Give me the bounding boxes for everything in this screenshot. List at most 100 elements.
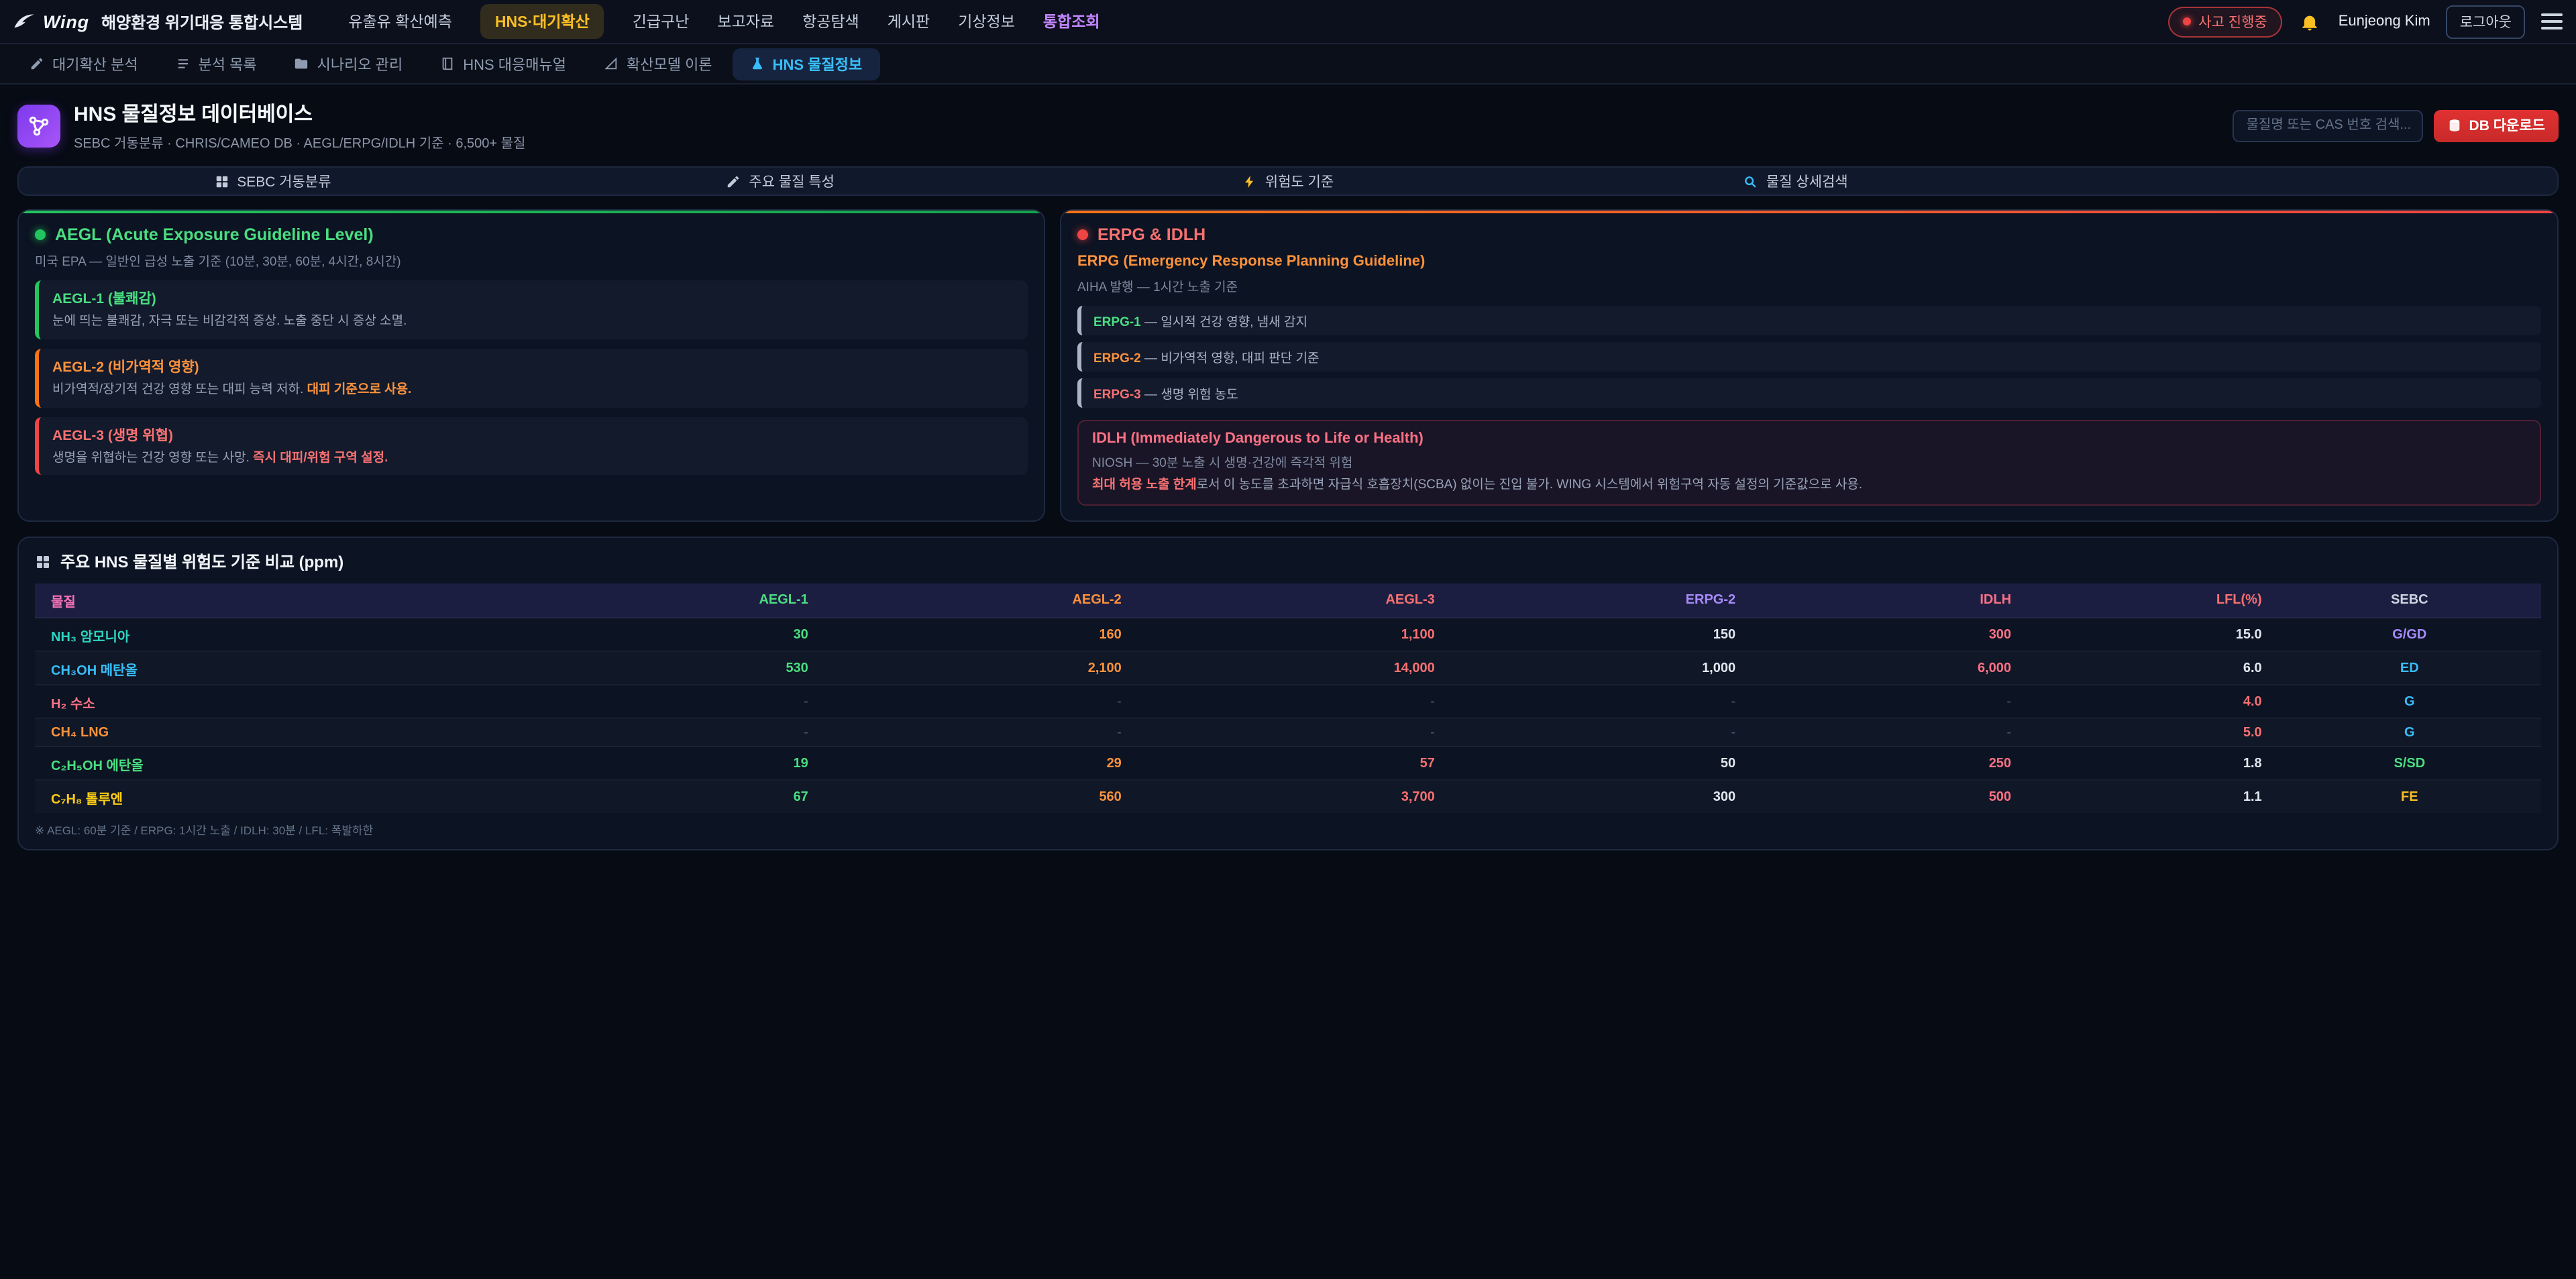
page-header-text: HNS 물질정보 데이터베이스 SEBC 거동분류 · CHRIS/CAMEO …	[74, 99, 525, 152]
substance-name: C₇H₈ 톨루엔	[35, 781, 511, 814]
user-name: Eunjeong Kim	[2339, 13, 2430, 30]
threshold-value: 15.0	[2027, 618, 2278, 652]
idlh-description: 최대 허용 노출 한계로서 이 농도를 초과하면 자급식 호흡장치(SCBA) …	[1092, 476, 2526, 496]
incident-status-label: 사고 진행중	[2198, 11, 2267, 32]
table-row: CH₄ LNG-----5.0G	[35, 719, 2541, 747]
threshold-value: 250	[1752, 747, 2027, 781]
section-tab-properties[interactable]: 주요 물질 특성	[527, 168, 1034, 194]
threshold-value: -	[1752, 685, 2027, 719]
section-tab-risk-criteria[interactable]: 위험도 기준	[1034, 168, 1542, 194]
threshold-value: 560	[824, 781, 1138, 814]
nav-item-weather[interactable]: 기상정보	[958, 11, 1015, 32]
section-tab-detail-search[interactable]: 물질 상세검색	[1542, 168, 2049, 194]
db-download-label: DB 다운로드	[2469, 115, 2545, 135]
substance-search-input[interactable]	[2233, 109, 2424, 142]
db-download-button[interactable]: DB 다운로드	[2434, 109, 2559, 142]
list-icon	[176, 56, 191, 71]
erpg-section-title: ERPG (Emergency Response Planning Guidel…	[1077, 254, 2541, 270]
idlh-box: IDLH (Immediately Dangerous to Life or H…	[1077, 420, 2541, 506]
aegl-panel: AEGL (Acute Exposure Guideline Level) 미국…	[17, 209, 1045, 522]
page-title: HNS 물질정보 데이터베이스	[74, 99, 525, 127]
table-row: C₂H₅OH 에탄올192957502501.8S/SD	[35, 747, 2541, 781]
nav-item-hns-diffusion[interactable]: HNS·대기확산	[480, 4, 604, 39]
threshold-value: 2,100	[824, 652, 1138, 685]
threshold-value: 1,000	[1451, 652, 1752, 685]
subtab-hns-substance-info[interactable]: HNS 물질정보	[733, 48, 880, 80]
pencil-icon	[30, 56, 44, 71]
grid-icon	[214, 174, 229, 188]
erpg-level-row: ERPG-1 — 일시적 건강 영향, 냄새 감지	[1077, 306, 2541, 335]
column-header: LFL(%)	[2027, 584, 2278, 618]
section-tab-sebc[interactable]: SEBC 거동분류	[19, 168, 527, 194]
sebc-class-value: FE	[2278, 781, 2541, 814]
threshold-value: 3,700	[1138, 781, 1451, 814]
subtab-diffusion-model-theory[interactable]: 확산모델 이론	[586, 48, 730, 80]
nav-item-air-search[interactable]: 항공탐색	[802, 11, 859, 32]
table-row: CH₃OH 메탄올5302,10014,0001,0006,0006.0ED	[35, 652, 2541, 685]
database-icon	[2448, 118, 2463, 133]
molecule-icon	[17, 104, 60, 147]
section-tab-label: 물질 상세검색	[1766, 171, 1848, 191]
subtab-label: HNS 대응매뉴얼	[463, 53, 566, 74]
column-header: 물질	[35, 584, 511, 618]
threshold-value: -	[1138, 685, 1451, 719]
threshold-value: -	[1752, 719, 2027, 747]
threshold-value: 300	[1752, 618, 2027, 652]
nav-right-area: 사고 진행중 Eunjeong Kim 로그아웃	[2167, 5, 2563, 38]
table-footnote: ※ AEGL: 60분 기준 / ERPG: 1시간 노출 / IDLH: 30…	[35, 823, 2541, 839]
page-header: HNS 물질정보 데이터베이스 SEBC 거동분류 · CHRIS/CAMEO …	[17, 99, 2559, 152]
threshold-value: 1.8	[2027, 747, 2278, 781]
book-icon	[440, 56, 455, 71]
nav-item-integrated-search[interactable]: 통합조회	[1043, 11, 1100, 32]
hamburger-menu-icon[interactable]	[2541, 9, 2563, 34]
subtab-scenario-management[interactable]: 시나리오 관리	[277, 48, 421, 80]
threshold-value: 1.1	[2027, 781, 2278, 814]
column-header: SEBC	[2278, 584, 2541, 618]
threshold-value: 530	[511, 652, 824, 685]
column-header: ERPG-2	[1451, 584, 1752, 618]
threshold-value: 6,000	[1752, 652, 2027, 685]
threshold-value: 30	[511, 618, 824, 652]
threshold-value: -	[1138, 719, 1451, 747]
aegl-level-desc: 생명을 위협하는 건강 영향 또는 사망. 즉시 대피/위험 구역 설정.	[52, 449, 1014, 467]
top-navigation: Wing 해양환경 위기대응 통합시스템 유출유 확산예측 HNS·대기확산 긴…	[0, 0, 2576, 44]
incident-status-badge[interactable]: 사고 진행중	[2167, 6, 2282, 37]
threshold-value: -	[511, 719, 824, 747]
threshold-value: 500	[1752, 781, 2027, 814]
wing-logo-icon	[13, 11, 35, 32]
threshold-value: -	[824, 685, 1138, 719]
subtab-hns-manual[interactable]: HNS 대응매뉴얼	[423, 48, 584, 80]
page-header-left: HNS 물질정보 데이터베이스 SEBC 거동분류 · CHRIS/CAMEO …	[17, 99, 525, 152]
flask-icon	[750, 56, 765, 71]
sebc-class-value: G	[2278, 685, 2541, 719]
nav-item-emergency-rescue[interactable]: 긴급구난	[633, 11, 690, 32]
nav-item-reports[interactable]: 보고자료	[717, 11, 774, 32]
table-row: NH₃ 암모니아301601,10015030015.0G/GD	[35, 618, 2541, 652]
section-tab-bar: SEBC 거동분류 주요 물질 특성 위험도 기준 물질 상세검색	[17, 166, 2559, 196]
aegl-level-name: AEGL-3 (생명 위협)	[52, 425, 1014, 445]
nav-item-oil-diffusion[interactable]: 유출유 확산예측	[348, 11, 452, 32]
table-row: C₇H₈ 톨루엔675603,7003005001.1FE	[35, 781, 2541, 814]
nav-item-board[interactable]: 게시판	[888, 11, 930, 32]
section-tab-label: 위험도 기준	[1265, 171, 1334, 191]
table-header-row: 물질 AEGL-1 AEGL-2 AEGL-3 ERPG-2 IDLH LFL(…	[35, 584, 2541, 618]
alert-dot-icon	[2182, 17, 2190, 25]
threshold-value: 5.0	[2027, 719, 2278, 747]
subtab-diffusion-analysis[interactable]: 대기확산 분석	[12, 48, 156, 80]
subtab-analysis-list[interactable]: 분석 목록	[158, 48, 274, 80]
logout-button[interactable]: 로그아웃	[2447, 5, 2525, 38]
brand[interactable]: Wing 해양환경 위기대응 통합시스템	[13, 10, 303, 33]
column-header: AEGL-3	[1138, 584, 1451, 618]
erpg-panel-title-row: ERPG & IDLH	[1077, 225, 2541, 244]
main-menu: 유출유 확산예측 HNS·대기확산 긴급구난 보고자료 항공탐색 게시판 기상정…	[348, 4, 1099, 39]
notification-bell-icon[interactable]	[2298, 9, 2322, 34]
threshold-value: 6.0	[2027, 652, 2278, 685]
sub-tab-bar: 대기확산 분석 분석 목록 시나리오 관리 HNS 대응매뉴얼 확산모델 이론 …	[0, 44, 2576, 85]
lightning-icon	[1242, 174, 1257, 188]
aegl-panel-title-row: AEGL (Acute Exposure Guideline Level)	[35, 225, 1028, 244]
search-icon	[1743, 174, 1758, 188]
threshold-value: 19	[511, 747, 824, 781]
erpg-idlh-panel: ERPG & IDLH ERPG (Emergency Response Pla…	[1060, 209, 2559, 522]
criteria-panels: AEGL (Acute Exposure Guideline Level) 미국…	[17, 209, 2559, 522]
table-row: H₂ 수소-----4.0G	[35, 685, 2541, 719]
